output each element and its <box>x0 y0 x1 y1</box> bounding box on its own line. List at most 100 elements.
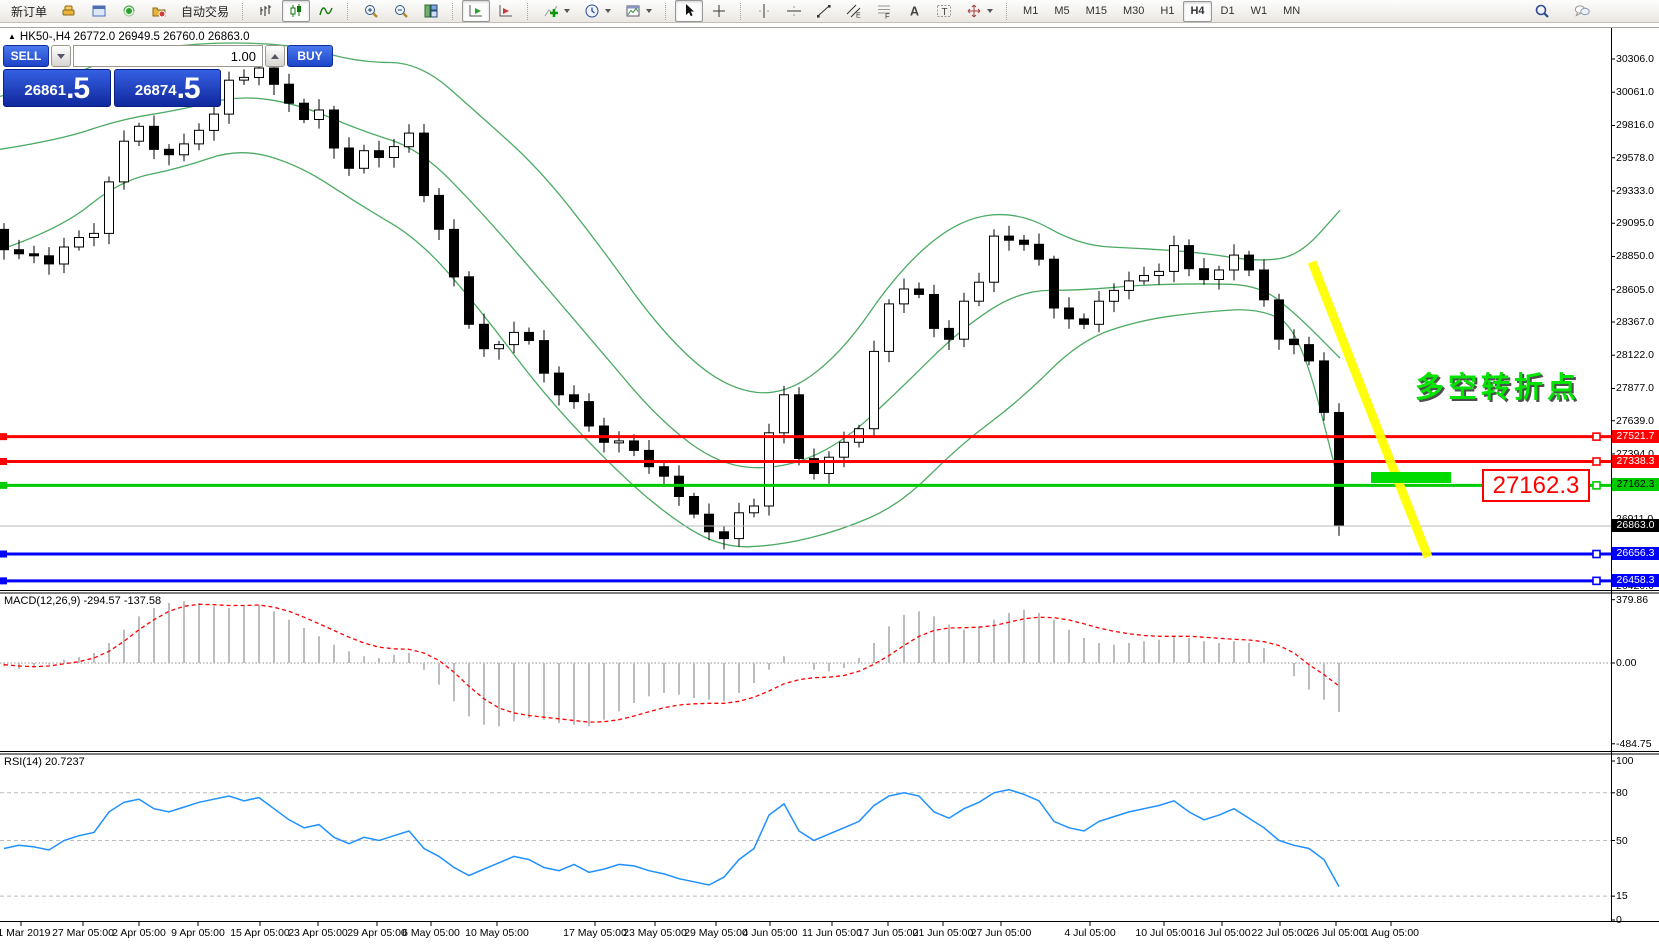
rsi-indicator-label: RSI(14) 20.7237 <box>4 756 85 768</box>
line-handle[interactable] <box>0 551 7 558</box>
bollinger-middle-band <box>0 98 1340 468</box>
line-chart-icon[interactable] <box>312 0 340 22</box>
crosshair-icon[interactable] <box>705 0 733 22</box>
vertical-line-icon[interactable] <box>750 0 778 22</box>
support-highlight-bar[interactable] <box>1371 472 1451 483</box>
candlestick-chart-icon <box>288 3 304 19</box>
line-handle[interactable] <box>1593 458 1600 465</box>
templates-icon <box>625 3 641 19</box>
chat-icon[interactable] <box>1568 0 1596 22</box>
line-handle[interactable] <box>1593 551 1600 558</box>
auto-trading-button[interactable]: 自动交易 <box>175 0 235 22</box>
fibonacci-icon: F <box>876 3 892 19</box>
time-axis-label: 21 Jun 05:00 <box>913 927 974 939</box>
line-handle[interactable] <box>1593 482 1600 489</box>
time-axis-label: 6 May 05:00 <box>402 927 460 939</box>
indicators-icon <box>543 3 559 19</box>
time-axis-label: 17 May 05:00 <box>563 927 627 939</box>
search-icon[interactable] <box>1528 0 1556 22</box>
data-window-icon[interactable] <box>85 0 113 22</box>
arrows-icon[interactable] <box>960 0 999 22</box>
timeframe-button-m30[interactable]: M30 <box>1116 1 1151 22</box>
zoom-out-icon <box>393 3 409 19</box>
text-label-icon[interactable]: T <box>930 0 958 22</box>
arrows-icon <box>966 3 982 19</box>
trendline-icon[interactable] <box>810 0 838 22</box>
history-center-icon[interactable] <box>145 0 173 22</box>
time-axis-label: 29 Apr 05:00 <box>347 927 407 939</box>
turning-point-annotation[interactable]: 多空转折点 <box>1415 364 1580 406</box>
text-label-icon: T <box>936 3 952 19</box>
crosshair-icon <box>711 3 727 19</box>
rsi-tick-label: 15 <box>1616 890 1659 902</box>
volume-input[interactable] <box>73 45 263 67</box>
price-tick-label: 28367.0 <box>1616 316 1659 328</box>
horizontal-line-icon[interactable] <box>780 0 808 22</box>
level-price-label: 26458.3 <box>1612 574 1659 587</box>
cursor-icon[interactable] <box>675 0 703 22</box>
caret-down-icon <box>57 54 65 59</box>
toolbar-separator <box>740 3 744 20</box>
toolbar-separator <box>665 3 669 20</box>
mt4-window: 新订单 自动交易 EF A T M1M5M15M30H1H4D1W1MN 27521.7 2… <box>0 0 1659 950</box>
line-chart-icon <box>318 3 334 19</box>
timeframe-button-m15[interactable]: M15 <box>1079 1 1114 22</box>
line-handle[interactable] <box>0 433 7 440</box>
sell-button[interactable]: SELL <box>3 45 49 67</box>
timeframe-button-w1[interactable]: W1 <box>1244 1 1275 22</box>
price-callout-box[interactable]: 27162.3 <box>1482 469 1590 502</box>
signals-icon[interactable] <box>115 0 143 22</box>
tile-windows-icon[interactable] <box>417 0 445 22</box>
line-handle[interactable] <box>1593 433 1600 440</box>
macd-indicator-label: MACD(12,26,9) -294.57 -137.58 <box>4 595 161 607</box>
zoom-out-icon[interactable] <box>387 0 415 22</box>
price-tick-label: 29816.0 <box>1616 119 1659 131</box>
level-price-label: 26656.3 <box>1612 547 1659 560</box>
equidistant-channel-icon[interactable]: E <box>840 0 868 22</box>
indicators-icon[interactable] <box>537 0 576 22</box>
line-handle[interactable] <box>0 577 7 584</box>
text-icon[interactable]: A <box>900 0 928 22</box>
collapse-panel-icon[interactable]: ▲ <box>8 32 16 41</box>
chart-shift-icon[interactable] <box>492 0 520 22</box>
timeframe-button-m5[interactable]: M5 <box>1047 1 1076 22</box>
auto-scroll-icon[interactable] <box>462 0 490 22</box>
trend-arrow-line[interactable] <box>1312 262 1428 557</box>
buy-button[interactable]: BUY <box>287 45 333 67</box>
timeframe-button-h1[interactable]: H1 <box>1153 1 1181 22</box>
chart-shift-icon <box>498 3 514 19</box>
time-axis-label: 10 May 05:00 <box>465 927 529 939</box>
new-order-button[interactable]: 新订单 <box>5 0 53 22</box>
buy-price-panel[interactable]: 26874.5 <box>114 69 222 107</box>
volume-decrease-button[interactable] <box>51 45 71 67</box>
line-handle[interactable] <box>1593 577 1600 584</box>
buy-price-int: 26874 <box>135 78 177 104</box>
zoom-in-icon[interactable] <box>357 0 385 22</box>
volume-increase-button[interactable] <box>265 45 285 67</box>
templates-icon[interactable] <box>619 0 658 22</box>
price-tick-label: 29578.0 <box>1616 152 1659 164</box>
rsi-tick-label: 50 <box>1616 835 1659 847</box>
timeframe-button-m1[interactable]: M1 <box>1016 1 1045 22</box>
periods-icon[interactable] <box>578 0 617 22</box>
sell-price-panel[interactable]: 26861.5 <box>3 69 111 107</box>
timeframe-button-mn[interactable]: MN <box>1276 1 1307 22</box>
time-axis-label: 10 Jul 05:00 <box>1135 927 1192 939</box>
toolbar-separator <box>1006 3 1010 20</box>
macd-tick-label: -484.75 <box>1616 738 1659 750</box>
bar-chart-icon[interactable] <box>252 0 280 22</box>
level-price-label: 27338.3 <box>1612 455 1659 468</box>
timeframe-button-h4[interactable]: H4 <box>1183 1 1211 22</box>
time-axis-label: 27 Mar 05:00 <box>52 927 114 939</box>
candlestick-chart-icon[interactable] <box>282 0 310 22</box>
timeframe-button-d1[interactable]: D1 <box>1214 1 1242 22</box>
market-watch-icon[interactable] <box>55 0 83 22</box>
macd-tick-label: 0.00 <box>1616 657 1659 669</box>
level-price-label: 27521.7 <box>1612 430 1659 443</box>
line-handle[interactable] <box>0 482 7 489</box>
line-handle[interactable] <box>0 458 7 465</box>
fibonacci-icon[interactable]: F <box>870 0 898 22</box>
chart-ohlc-title: HK50-,H4 26772.0 26949.5 26760.0 26863.0 <box>20 31 250 43</box>
svg-text:A: A <box>910 5 919 19</box>
bid-price-label: 26863.0 <box>1612 519 1659 532</box>
